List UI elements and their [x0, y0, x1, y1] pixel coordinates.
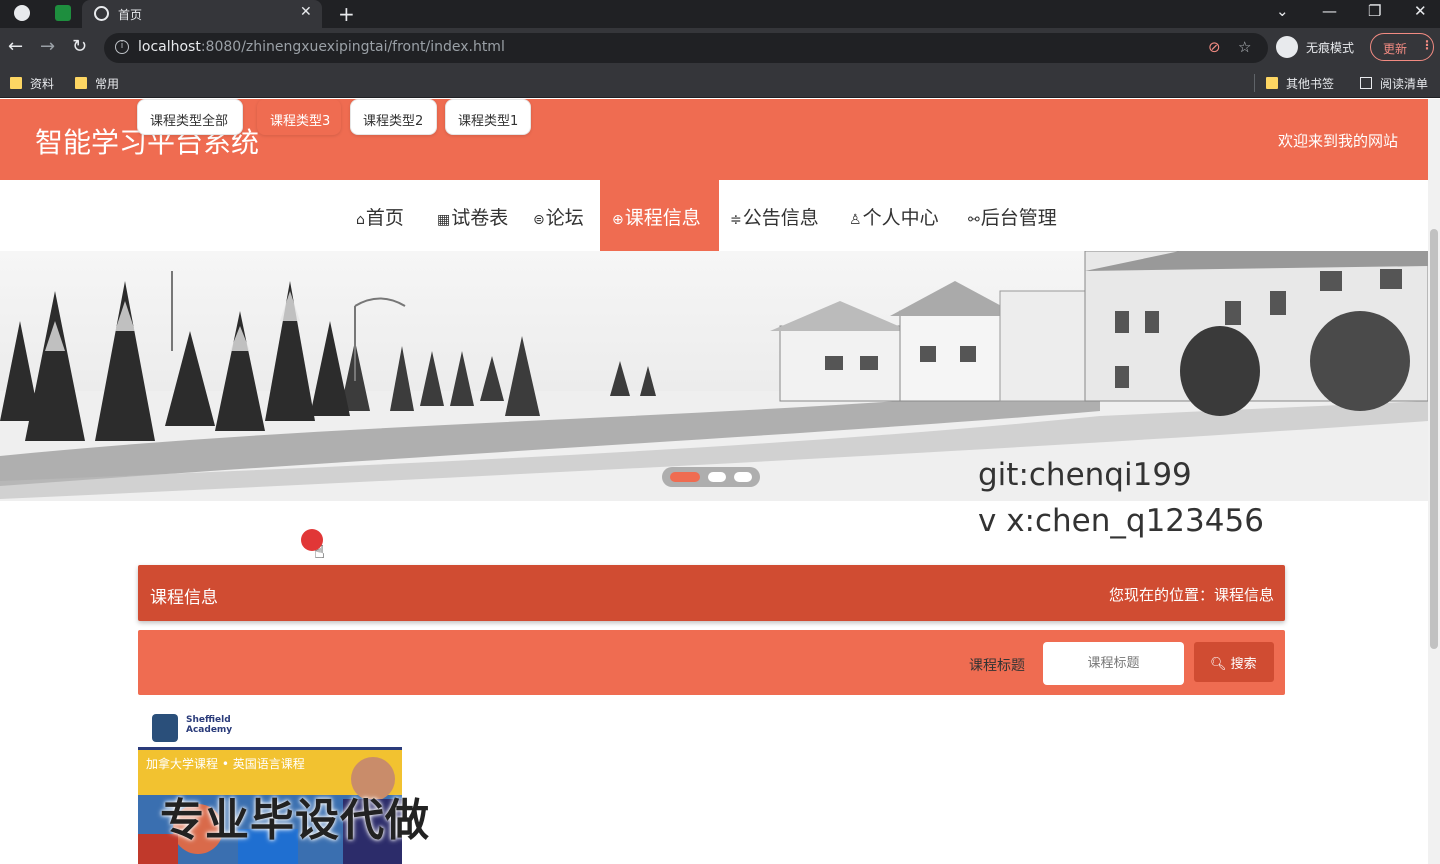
- bookmarks-bar: 资料 常用 其他书签 阅读清单: [0, 68, 1440, 98]
- grid-icon: ▦: [437, 212, 451, 228]
- address-bar[interactable]: i localhost:8080/zhinengxuexipingtai/fro…: [104, 33, 1268, 63]
- page-scrollbar[interactable]: [1428, 99, 1440, 864]
- snow-scene-image: [0, 251, 1428, 501]
- filter-type-2[interactable]: 课程类型2: [350, 99, 437, 135]
- nav-profile[interactable]: ♙个人中心: [849, 180, 939, 252]
- search-icon: 🔍︎: [1210, 657, 1227, 672]
- site-info-icon[interactable]: i: [115, 40, 129, 54]
- search-button[interactable]: 🔍︎ 搜索: [1194, 642, 1274, 682]
- section-header: 课程信息 您现在的位置：课程信息: [138, 565, 1285, 621]
- breadcrumb: 您现在的位置：课程信息: [1108, 586, 1274, 604]
- filter-type-3[interactable]: 课程类型3: [257, 99, 341, 135]
- update-button[interactable]: 更新 ⋮: [1370, 33, 1434, 61]
- new-tab-icon[interactable]: +: [338, 2, 355, 26]
- minimize-icon[interactable]: —: [1322, 2, 1337, 20]
- folder-icon: [75, 77, 87, 89]
- forum-icon: ⊜: [533, 212, 545, 228]
- watermark-line-1: git:chenqi199: [978, 457, 1192, 493]
- globe-icon: ⊕: [612, 212, 624, 228]
- nav-notices[interactable]: ≑公告信息: [730, 180, 819, 252]
- carousel-dot-3[interactable]: [734, 472, 752, 482]
- bookmark-separator: [1254, 74, 1255, 92]
- watermark-line-2: v x:chen_q123456: [978, 503, 1264, 539]
- carousel-dot-1[interactable]: [670, 472, 700, 482]
- home-icon: ⌂: [356, 212, 365, 228]
- browser-tab-bar: 首页 ✕ + ⌄ — ❐ ✕: [0, 0, 1440, 28]
- menu-kebab-icon[interactable]: ⋮: [1421, 38, 1433, 52]
- bookmark-folder[interactable]: 资料: [10, 75, 54, 92]
- search-bar: 课程标题 🔍︎ 搜索: [138, 630, 1285, 695]
- filter-all[interactable]: 课程类型全部: [137, 99, 243, 135]
- sliders-icon: ≑: [730, 212, 742, 228]
- card-banner-text: 加拿大学课程 • 英国语言课程: [146, 757, 305, 771]
- bookmark-star-icon[interactable]: ☆: [1238, 38, 1251, 56]
- sheets-tab-icon[interactable]: [55, 5, 71, 21]
- reading-list-icon: [1360, 77, 1372, 89]
- hand-cursor-icon: ☝: [314, 542, 325, 563]
- folder-icon: [10, 77, 22, 89]
- tab-globe-icon: [94, 6, 109, 21]
- search-label: 课程标题: [969, 658, 1025, 674]
- bookmark-folder[interactable]: 常用: [75, 75, 119, 92]
- reading-list[interactable]: 阅读清单: [1360, 75, 1428, 92]
- forward-icon[interactable]: →: [40, 36, 55, 57]
- hero-banner[interactable]: [0, 251, 1428, 501]
- tab-search-icon[interactable]: ⌄: [1276, 2, 1289, 20]
- translate-blocked-icon[interactable]: ⊘: [1208, 38, 1221, 56]
- incognito-icon: [1276, 36, 1298, 58]
- nav-courses[interactable]: ⊕课程信息: [600, 180, 719, 252]
- welcome-text: 欢迎来到我的网站: [1277, 132, 1398, 150]
- back-icon[interactable]: ←: [8, 36, 23, 57]
- close-window-icon[interactable]: ✕: [1414, 2, 1427, 20]
- browser-globe-icon[interactable]: [14, 5, 30, 21]
- section-title: 课程信息: [150, 588, 218, 608]
- nav-home[interactable]: ⌂首页: [356, 180, 404, 252]
- carousel-indicators: [662, 467, 760, 487]
- folder-icon: [1266, 77, 1278, 89]
- url-text[interactable]: localhost:8080/zhinengxuexipingtai/front…: [138, 39, 505, 55]
- tab-close-icon[interactable]: ✕: [300, 4, 312, 20]
- nav-forum[interactable]: ⊜论坛: [533, 180, 584, 252]
- other-bookmarks[interactable]: 其他书签: [1266, 75, 1334, 92]
- main-nav: ⌂首页 ▦试卷表 ⊜论坛 ⊕课程信息 ≑公告信息 ♙个人中心 ⚯后台管理: [0, 180, 1428, 252]
- nav-exam[interactable]: ▦试卷表: [437, 180, 508, 252]
- card-logo-text: Sheffield Academy: [186, 715, 233, 735]
- browser-tab-active[interactable]: 首页 ✕: [82, 0, 322, 28]
- reload-icon[interactable]: ↻: [72, 36, 87, 57]
- browser-toolbar: ← → ↻ i localhost:8080/zhinengxuexipingt…: [0, 28, 1440, 68]
- page-viewport: 智能学习平台系统 欢迎来到我的网站 ⌂首页 ▦试卷表 ⊜论坛 ⊕课程信息 ≑公告…: [0, 99, 1428, 864]
- user-icon: ♙: [849, 212, 862, 228]
- card-overlay-text: 专业毕设代做: [160, 795, 430, 846]
- link-icon: ⚯: [968, 212, 980, 228]
- filter-type-1[interactable]: 课程类型1: [445, 99, 531, 135]
- carousel-dot-2[interactable]: [708, 472, 726, 482]
- nav-admin[interactable]: ⚯后台管理: [968, 180, 1057, 252]
- scrollbar-thumb[interactable]: [1430, 229, 1438, 649]
- tab-title: 首页: [118, 8, 143, 22]
- restore-icon[interactable]: ❐: [1368, 2, 1381, 20]
- search-input[interactable]: [1043, 642, 1184, 685]
